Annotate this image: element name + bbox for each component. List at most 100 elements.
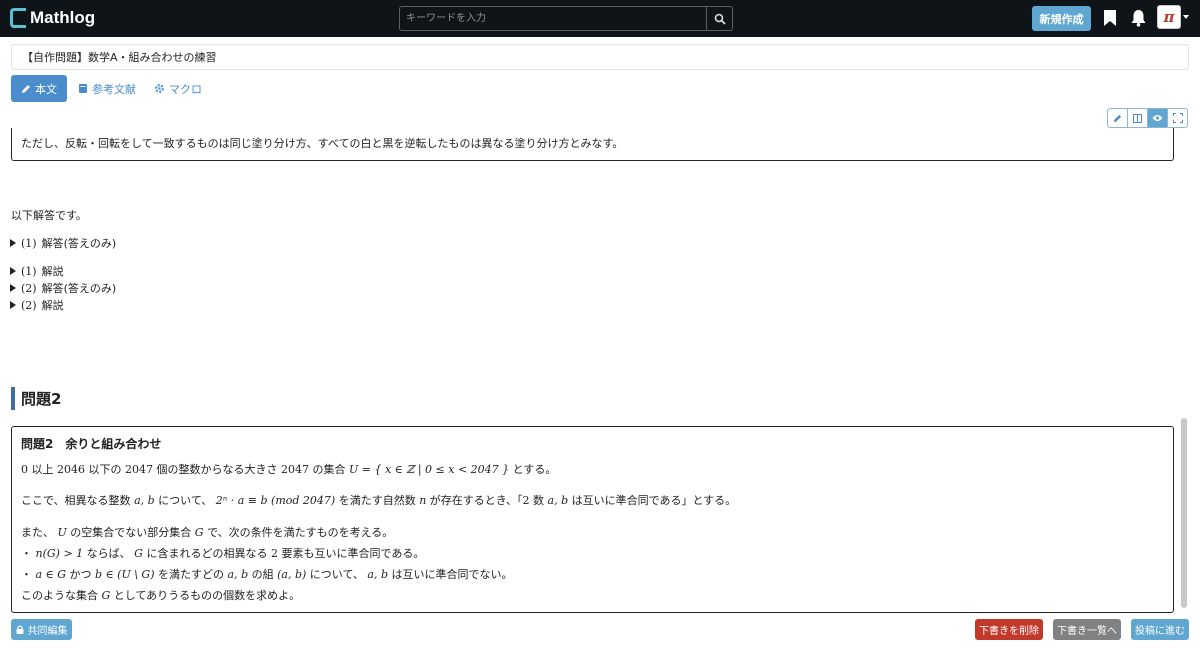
problem-line-2: ここで、相異なる整数 a, b について、 2ⁿ · a ≡ b (mod 20…	[21, 492, 736, 508]
text: 要素も互いに準合同である。	[277, 547, 425, 560]
proceed-to-post-button[interactable]: 投稿に進む	[1131, 619, 1189, 640]
text: が存在するとき、「	[426, 494, 523, 507]
bookmark-icon[interactable]	[1103, 9, 1117, 27]
math: G	[134, 547, 143, 560]
pencil-icon	[1113, 114, 1122, 122]
columns-icon	[1133, 113, 1142, 123]
triangle-right-icon	[10, 267, 16, 275]
search-icon	[714, 13, 726, 25]
details-toggle-2-explanation[interactable]: (2) 解説	[10, 297, 64, 313]
details-number: (2)	[21, 281, 37, 295]
search-bar	[399, 6, 733, 31]
tab-macro[interactable]: マクロ	[154, 75, 202, 102]
fullscreen-button[interactable]	[1167, 108, 1188, 128]
details-number: (2)	[21, 298, 37, 312]
view-mode-toolbar	[1107, 108, 1188, 128]
text: とする。	[509, 463, 557, 476]
tab-label: 参考文献	[92, 82, 136, 96]
text: の空集合でない部分集合	[66, 526, 195, 539]
text: について、	[306, 568, 368, 581]
math: 2ⁿ · a ≡ b (mod 2047)	[215, 494, 336, 507]
math: 2047	[281, 463, 309, 476]
tab-references[interactable]: 参考文献	[78, 75, 136, 102]
text: は互いに準合同でない。	[388, 568, 513, 581]
text: ・	[21, 568, 36, 581]
button-label: 共同編集	[27, 626, 68, 637]
search-input[interactable]	[399, 6, 707, 31]
tab-label: 本文	[35, 82, 57, 96]
collab-edit-button[interactable]: 共同編集	[11, 619, 72, 640]
answers-intro: 以下解答です。	[11, 209, 87, 222]
title-field[interactable]: 【自作問題】数学A・組み合わせの練習	[11, 44, 1189, 70]
math: G	[101, 589, 111, 602]
triangle-right-icon	[10, 239, 16, 247]
details-label: 解説	[41, 299, 64, 312]
math: b ∈ (U \ G)	[94, 568, 155, 581]
math: U = { x ∈ ℤ | 0 ≤ x < 2047 }	[349, 463, 510, 476]
text: としてありうるものの個数を求めよ。	[110, 589, 301, 602]
draft-list-button[interactable]: 下書き一覧へ	[1053, 619, 1121, 640]
tab-label: マクロ	[169, 82, 202, 96]
math: 2	[522, 494, 530, 507]
logo-text: Mathlog	[30, 8, 96, 27]
triangle-right-icon	[10, 301, 16, 309]
bell-icon[interactable]	[1130, 9, 1147, 27]
text: 数	[529, 494, 548, 507]
problem-line-4: ・ n(G) > 1 ならば、 G に含まれるどの相異なる 2 要素も互いに準合…	[21, 545, 424, 561]
text: 以上	[28, 463, 57, 476]
text: の集合	[309, 463, 349, 476]
math: a, b	[367, 568, 389, 581]
details-label: 解答(答えのみ)	[41, 282, 117, 295]
scrollbar[interactable]	[1181, 418, 1187, 608]
lock-icon	[16, 625, 23, 634]
math: a, b	[134, 494, 155, 507]
edit-mode-button[interactable]	[1107, 108, 1128, 128]
expand-icon	[1172, 113, 1183, 123]
triangle-right-icon	[10, 284, 16, 292]
details-label: 解答(答えのみ)	[41, 237, 117, 250]
problem-line-6: このような集合 G としてありうるものの個数を求めよ。	[21, 587, 300, 603]
math: a ∈ G	[35, 568, 66, 581]
delete-draft-button[interactable]: 下書きを削除	[975, 619, 1043, 640]
problem-title: 問題2 余りと組み合わせ	[21, 437, 162, 451]
tab-body[interactable]: 本文	[11, 75, 67, 102]
details-toggle-1-explanation[interactable]: (1) 解説	[10, 263, 64, 279]
logo[interactable]: Mathlog	[10, 8, 95, 28]
details-number: (1)	[21, 236, 37, 250]
text: は互いに準合同である」とする。	[568, 494, 737, 507]
text: の組	[248, 568, 278, 581]
math: G	[194, 526, 204, 539]
eye-icon	[1152, 115, 1163, 121]
math: 2	[270, 547, 278, 560]
math: a, b	[227, 568, 249, 581]
math: (a, b)	[277, 568, 307, 581]
split-mode-button[interactable]	[1127, 108, 1148, 128]
preview-mode-button[interactable]	[1147, 108, 1168, 128]
text: ・	[21, 547, 36, 560]
math: 2047	[125, 463, 153, 476]
math: 2046	[57, 463, 85, 476]
details-number: (1)	[21, 264, 37, 278]
text: ならば、	[83, 547, 135, 560]
text: 個の整数からなる大きさ	[153, 463, 281, 476]
avatar[interactable]: π	[1157, 5, 1181, 29]
chevron-down-icon[interactable]	[1183, 15, 1189, 19]
text: かつ	[65, 568, 95, 581]
details-toggle-2-answer[interactable]: (2) 解答(答えのみ)	[10, 280, 116, 296]
text: このような集合	[21, 589, 102, 602]
prev-box-text: ただし、反転・回転をして一致するものは同じ塗り分け方、すべての白と黒を逆転したも…	[21, 137, 624, 150]
math: 0	[21, 463, 28, 476]
details-label: 解説	[41, 265, 64, 278]
search-button[interactable]	[707, 6, 733, 31]
problem-box: 問題2 余りと組み合わせ 0 以上 2046 以下の 2047 個の整数からなる…	[11, 426, 1174, 613]
new-post-button[interactable]: 新規作成	[1032, 6, 1091, 31]
logo-mark-icon	[10, 8, 26, 28]
text: に含まれるどの相異なる	[142, 547, 271, 560]
pencil-icon	[22, 84, 30, 93]
details-toggle-1-answer[interactable]: (1) 解答(答えのみ)	[10, 235, 116, 251]
gear-icon	[155, 84, 164, 93]
text: また、	[21, 526, 58, 539]
text: を満たす自然数	[335, 494, 420, 507]
text: 以下の	[85, 463, 125, 476]
text: ここで、相異なる整数	[21, 494, 135, 507]
